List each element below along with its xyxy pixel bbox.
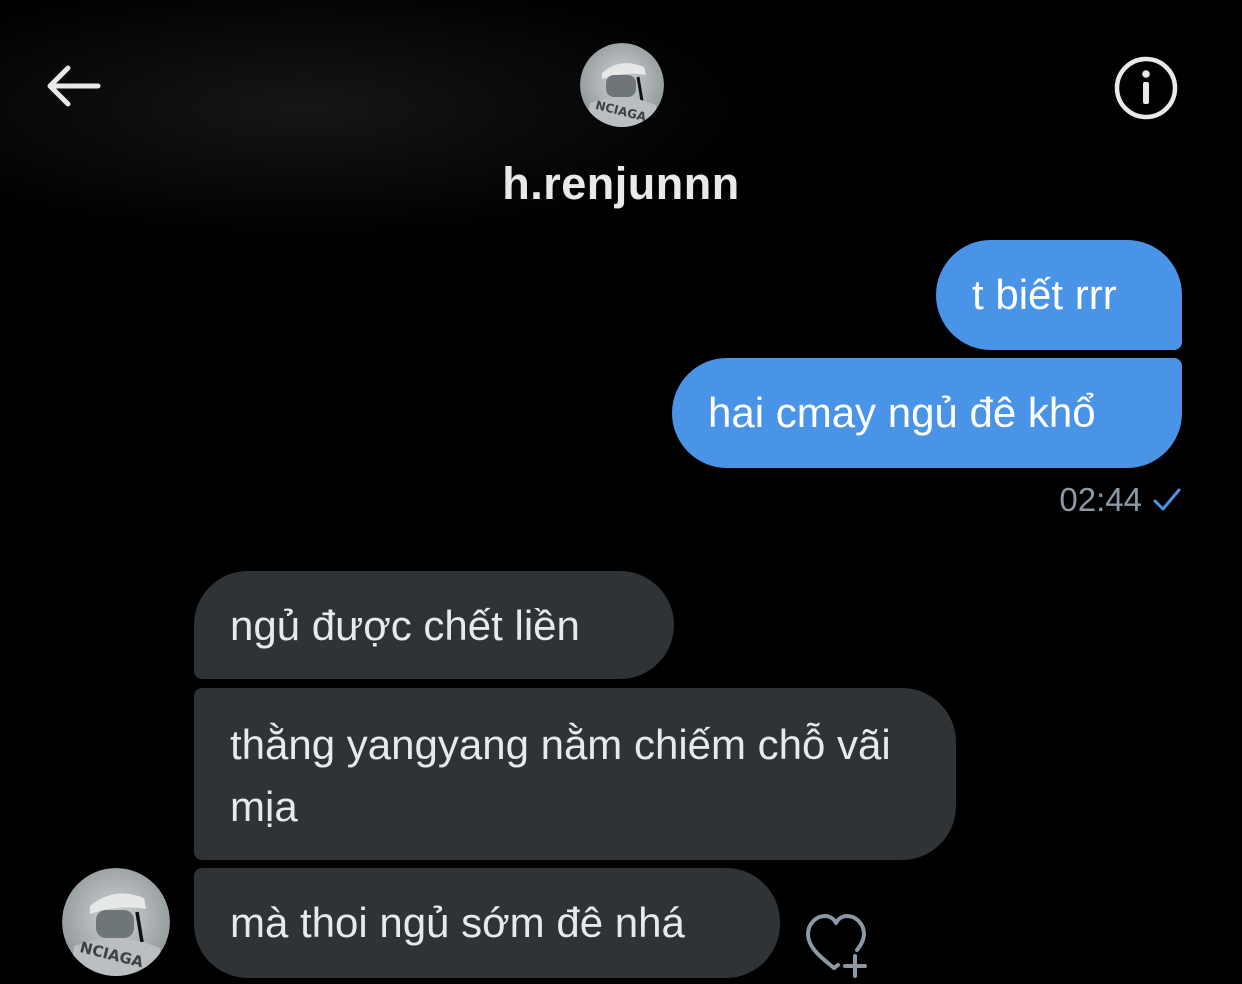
message-meta: 02:44 xyxy=(960,480,1182,520)
sender-avatar[interactable]: NCIAGA xyxy=(62,868,170,976)
heart-add-icon xyxy=(806,914,867,978)
info-circle-icon xyxy=(1114,56,1178,120)
message-timestamp: 02:44 xyxy=(1059,481,1142,518)
sent-message-bubble[interactable]: t biết rrr xyxy=(936,240,1182,350)
received-message-bubble[interactable]: ngủ được chết liền xyxy=(194,571,674,679)
conversation-username: h.renjunnn xyxy=(502,158,740,209)
received-message-bubble[interactable]: mà thoi ngủ sớm đê nhá xyxy=(194,868,780,978)
sent-message-bubble[interactable]: hai cmay ngủ đê khổ xyxy=(672,358,1182,468)
avatar-image: NCIAGA xyxy=(580,43,664,127)
react-button[interactable] xyxy=(800,906,882,978)
back-button[interactable] xyxy=(40,56,106,116)
info-button[interactable] xyxy=(1110,52,1182,124)
checkmark-icon xyxy=(1152,487,1182,513)
header-avatar[interactable]: NCIAGA xyxy=(580,43,664,127)
avatar-image: NCIAGA xyxy=(62,868,170,976)
arrow-left-icon xyxy=(47,65,101,107)
received-message-bubble[interactable]: thằng yangyang nằm chiếm chỗ vãi mịa xyxy=(194,688,956,860)
